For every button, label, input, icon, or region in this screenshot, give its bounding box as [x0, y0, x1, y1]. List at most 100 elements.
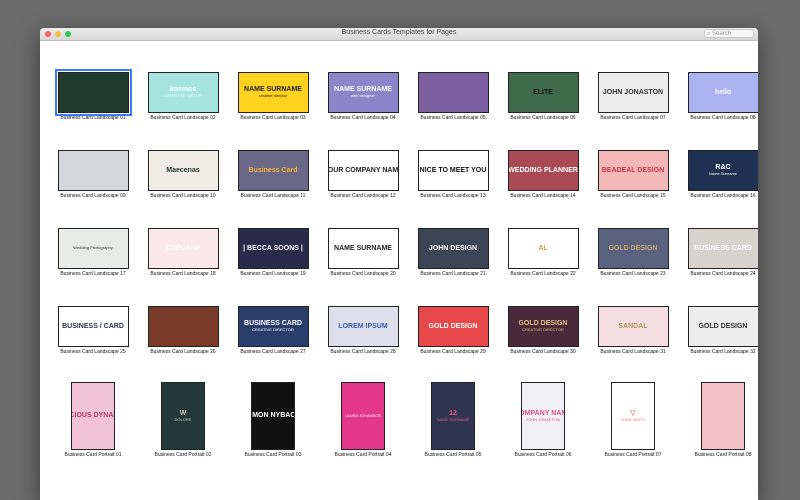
- thumbnail-text: | BECCA SOONS |: [243, 245, 303, 253]
- template-item[interactable]: Business Card Landscape 09: [48, 146, 138, 199]
- template-thumbnail[interactable]: JOHN JONASTON: [597, 72, 669, 113]
- template-item[interactable]: GOLD DESIGN CREATIVE DIRECTOR Business Car…: [498, 302, 588, 355]
- template-thumbnail[interactable]: | BECCA SOONS |: [237, 228, 309, 269]
- thumbnail-title: GOLD DESIGN: [698, 322, 748, 330]
- template-item[interactable]: Business Card Landscape 01: [48, 68, 138, 121]
- template-item[interactable]: Wedding Photography Business Card Landsca…: [48, 224, 138, 277]
- template-item[interactable]: LOREM IPSUM Business Card Landscape 28: [318, 302, 408, 355]
- thumbnail-frame: GOLD DESIGN: [408, 302, 498, 347]
- template-thumbnail[interactable]: Business Card: [237, 150, 309, 191]
- thumbnail-text: hello: [715, 89, 731, 97]
- template-label: Business Card Landscape 31: [600, 349, 666, 355]
- template-label: Business Card Landscape 14: [510, 193, 576, 199]
- template-thumbnail[interactable]: GOLD DESIGN: [687, 306, 758, 347]
- template-thumbnail[interactable]: [54, 69, 132, 116]
- template-item[interactable]: COMPANY NAMEJOHN JONASTON Business Card P…: [498, 380, 588, 458]
- thumbnail-subtitle: web designer: [351, 93, 375, 99]
- template-item[interactable]: | BECCA SOONS | Business Card Landscape 1…: [228, 224, 318, 277]
- template-thumbnail[interactable]: LOREM IPSUM: [327, 306, 399, 347]
- template-label: Business Card Portrait 05: [424, 452, 482, 458]
- template-thumbnail[interactable]: 12 NAME SURNAME: [431, 382, 475, 450]
- thumbnail-frame: GOLD DESIGN: [588, 224, 678, 269]
- template-thumbnail[interactable]: NAME SURNAME web designer: [327, 72, 399, 113]
- template-thumbnail[interactable]: BEADEAL DESIGN: [597, 150, 669, 191]
- template-thumbnail[interactable]: [147, 306, 219, 347]
- template-item[interactable]: ▽ JOHN SMITH Business Card Portrait 07: [588, 380, 678, 458]
- template-thumbnail[interactable]: SIMON NYBACK: [251, 382, 295, 450]
- template-label: Business Card Landscape 12: [330, 193, 396, 199]
- template-item[interactable]: hello Business Card Landscape 08: [678, 68, 758, 121]
- template-thumbnail[interactable]: CUPCAKE: [147, 228, 219, 269]
- thumbnail-frame: GOLD DESIGN: [678, 302, 758, 347]
- template-item[interactable]: 12 NAME SURNAME Business Card Portrait 05: [408, 380, 498, 458]
- template-thumbnail[interactable]: [417, 72, 489, 113]
- template-thumbnail[interactable]: BUSINESS CARD: [687, 228, 758, 269]
- template-thumbnail[interactable]: ELITE: [507, 72, 579, 113]
- template-thumbnail[interactable]: Wedding Photography: [57, 228, 129, 269]
- template-item[interactable]: NAME SURNAME Business Card Landscape 20: [318, 224, 408, 277]
- template-thumbnail[interactable]: kosmos LIFESTYLE GROUP: [147, 72, 219, 113]
- template-thumbnail[interactable]: [57, 150, 129, 191]
- template-thumbnail[interactable]: NAME SURNAME: [327, 228, 399, 269]
- template-thumbnail[interactable]: hello: [687, 72, 758, 113]
- thumbnail-title: JOHN JONASTON: [602, 88, 664, 96]
- template-item[interactable]: PRECIOUS DYNAMIKS Business Card Portrait …: [48, 380, 138, 458]
- template-item[interactable]: CUPCAKE Business Card Landscape 18: [138, 224, 228, 277]
- template-item[interactable]: SANDAL Business Card Landscape 31: [588, 302, 678, 355]
- template-thumbnail[interactable]: NAME SURNAME creative director: [237, 72, 309, 113]
- template-thumbnail[interactable]: Maecenas: [147, 150, 219, 191]
- template-item[interactable]: NAME SURNAME creative director Business Ca…: [228, 68, 318, 121]
- template-item[interactable]: WEDDING PLANNER Business Card Landscape 1…: [498, 146, 588, 199]
- template-thumbnail[interactable]: GOLD DESIGN: [597, 228, 669, 269]
- template-label: Business Card Landscape 16: [690, 193, 756, 199]
- template-thumbnail[interactable]: AL: [507, 228, 579, 269]
- template-item[interactable]: Maecenas Business Card Landscape 10: [138, 146, 228, 199]
- template-thumbnail[interactable]: [701, 382, 745, 450]
- template-item[interactable]: YOUR COMPANY NAME Business Card Landscape…: [318, 146, 408, 199]
- template-thumbnail[interactable]: GOLD DESIGN: [417, 306, 489, 347]
- template-thumbnail[interactable]: BUSINESS / CARD: [57, 306, 129, 347]
- template-thumbnail[interactable]: ▽ JOHN SMITH: [611, 382, 655, 450]
- template-thumbnail[interactable]: PRECIOUS DYNAMIKS: [71, 382, 115, 450]
- template-item[interactable]: BUSINESS CARD Business Card Landscape 24: [678, 224, 758, 277]
- template-item[interactable]: GOLD DESIGN Business Card Landscape 29: [408, 302, 498, 355]
- template-item[interactable]: ELITE Business Card Landscape 06: [498, 68, 588, 121]
- template-item[interactable]: W DOLORE Business Card Portrait 02: [138, 380, 228, 458]
- template-item[interactable]: LAURA JOHANSON Business Card Portrait 04: [318, 380, 408, 458]
- template-thumbnail[interactable]: JOHN DESIGN: [417, 228, 489, 269]
- template-thumbnail[interactable]: R&C Name Surname: [687, 150, 758, 191]
- template-item[interactable]: Business Card Landscape 26: [138, 302, 228, 355]
- template-thumbnail[interactable]: NICE TO MEET YOU: [417, 150, 489, 191]
- template-item[interactable]: kosmos LIFESTYLE GROUP Business Card Lands…: [138, 68, 228, 121]
- thumbnail-title: SIMON NYBACK: [252, 412, 295, 420]
- template-item[interactable]: NAME SURNAME web designer Business Card La…: [318, 68, 408, 121]
- template-item[interactable]: JOHN JONASTON Business Card Landscape 07: [588, 68, 678, 121]
- template-item[interactable]: BEADEAL DESIGN Business Card Landscape 15: [588, 146, 678, 199]
- template-item[interactable]: SIMON NYBACK Business Card Portrait 03: [228, 380, 318, 458]
- template-item[interactable]: Business Card Landscape 05: [408, 68, 498, 121]
- template-thumbnail[interactable]: GOLD DESIGN CREATIVE DIRECTOR: [507, 306, 579, 347]
- template-thumbnail[interactable]: YOUR COMPANY NAME: [327, 150, 399, 191]
- template-item[interactable]: Business Card Business Card Landscape 11: [228, 146, 318, 199]
- template-item[interactable]: BUSINESS CARD CREATIVE DIRECTOR Business C…: [228, 302, 318, 355]
- template-thumbnail[interactable]: W DOLORE: [161, 382, 205, 450]
- search-icon: ⌕: [707, 31, 711, 37]
- template-item[interactable]: NICE TO MEET YOU Business Card Landscape …: [408, 146, 498, 199]
- template-label: Business Card Landscape 25: [60, 349, 126, 355]
- template-item[interactable]: AL Business Card Landscape 22: [498, 224, 588, 277]
- thumbnail-frame: WEDDING PLANNER: [498, 146, 588, 191]
- template-thumbnail[interactable]: WEDDING PLANNER: [507, 150, 579, 191]
- thumbnail-text: kosmos LIFESTYLE GROUP: [165, 86, 202, 98]
- template-item[interactable]: GOLD DESIGN Business Card Landscape 32: [678, 302, 758, 355]
- template-item[interactable]: GOLD DESIGN Business Card Landscape 23: [588, 224, 678, 277]
- template-thumbnail[interactable]: COMPANY NAMEJOHN JONASTON: [521, 382, 565, 450]
- template-item[interactable]: BUSINESS / CARD Business Card Landscape 2…: [48, 302, 138, 355]
- template-label: Business Card Landscape 24: [690, 271, 756, 277]
- template-item[interactable]: R&C Name Surname Business Card Landscape 1…: [678, 146, 758, 199]
- template-item[interactable]: JOHN DESIGN Business Card Landscape 21: [408, 224, 498, 277]
- template-thumbnail[interactable]: SANDAL: [597, 306, 669, 347]
- template-item[interactable]: Business Card Portrait 08: [678, 380, 758, 458]
- template-thumbnail[interactable]: LAURA JOHANSON: [341, 382, 385, 450]
- template-thumbnail[interactable]: BUSINESS CARD CREATIVE DIRECTOR: [237, 306, 309, 347]
- search-input[interactable]: ⌕ Search: [704, 29, 754, 38]
